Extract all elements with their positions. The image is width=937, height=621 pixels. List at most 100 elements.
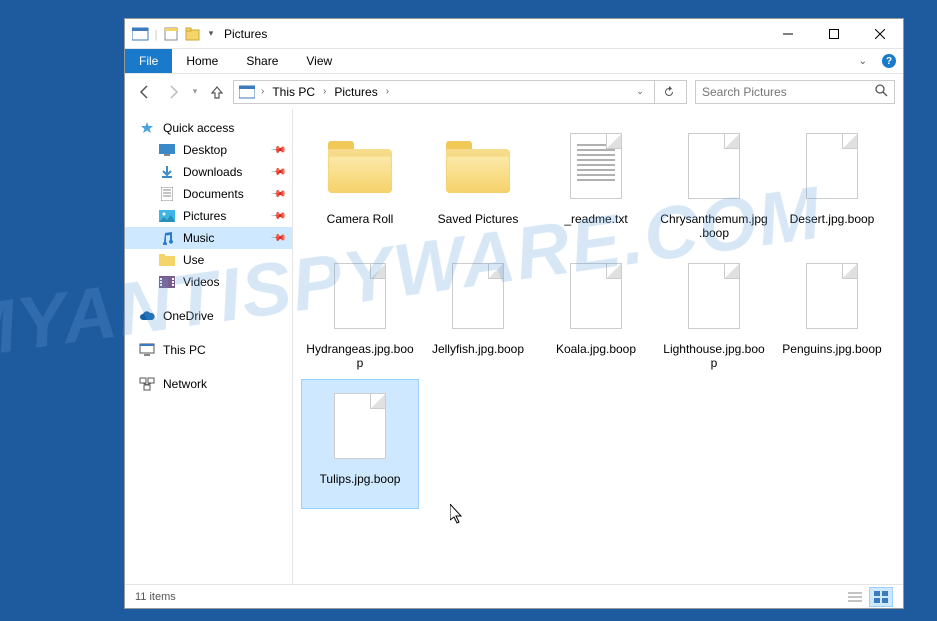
file-item[interactable]: Chrysanthemum.jpg.boop [655,119,773,249]
chevron-right-icon[interactable]: › [383,86,392,97]
sidebar-item-videos[interactable]: Videos [125,271,292,293]
file-label: Desert.jpg.boop [790,212,875,226]
close-button[interactable] [857,19,903,49]
file-label: Chrysanthemum.jpg.boop [660,212,768,241]
search-box[interactable] [695,80,895,104]
file-item[interactable]: Lighthouse.jpg.boop [655,249,773,379]
properties-icon[interactable] [160,23,182,45]
sidebar-item-use[interactable]: Use [125,249,292,271]
sidebar-label: Use [183,253,204,267]
downloads-icon [159,164,175,180]
sidebar-label: Quick access [163,121,234,135]
recent-dropdown-icon[interactable]: ▾ [189,80,201,104]
folder-icon [325,126,395,206]
sidebar-onedrive[interactable]: OneDrive [125,305,292,327]
home-tab[interactable]: Home [172,49,232,73]
breadcrumb-dropdown-icon[interactable]: ⌄ [628,80,652,104]
qat-separator: | [152,23,160,45]
thispc-icon [139,342,155,358]
pin-icon: 📌 [269,230,286,247]
onedrive-icon [139,308,155,324]
content-area[interactable]: Camera Roll Saved Pictures _readme.txt Chry… [293,109,903,584]
sidebar-label: Videos [183,275,219,289]
blank-file-icon [679,126,749,206]
file-label: Saved Pictures [438,212,519,226]
chevron-right-icon[interactable]: › [258,86,267,97]
minimize-button[interactable] [765,19,811,49]
ribbon: File Home Share View ⌄ ? [125,49,903,74]
share-tab[interactable]: Share [232,49,292,73]
pin-icon: 📌 [269,142,286,159]
refresh-button[interactable] [654,80,682,104]
blank-file-icon [561,256,631,336]
sidebar-label: Network [163,377,207,391]
titlebar: | ▾ Pictures [125,19,903,49]
star-icon [139,120,155,136]
sidebar-label: This PC [163,343,206,357]
documents-icon [159,186,175,202]
chevron-right-icon[interactable]: › [320,86,329,97]
sidebar-item-downloads[interactable]: Downloads 📌 [125,161,292,183]
statusbar: 11 items [125,584,903,608]
file-item[interactable]: _readme.txt [537,119,655,249]
sidebar-thispc[interactable]: This PC [125,339,292,361]
icons-view-button[interactable] [869,587,893,607]
file-label: Hydrangeas.jpg.boop [306,342,414,371]
qat-dropdown-icon[interactable]: ▾ [204,23,218,45]
file-item[interactable]: Saved Pictures [419,119,537,249]
search-input[interactable] [702,85,874,99]
item-count: 11 items [135,591,176,603]
blank-file-icon [797,126,867,206]
sidebar-item-desktop[interactable]: Desktop 📌 [125,139,292,161]
details-view-button[interactable] [843,587,867,607]
blank-file-icon [325,256,395,336]
help-button[interactable]: ? [875,49,903,73]
breadcrumb[interactable]: › This PC › Pictures › ⌄ [233,80,687,104]
sidebar-item-music[interactable]: Music 📌 [125,227,292,249]
navbar: ▾ › This PC › Pictures › ⌄ [125,74,903,109]
desktop-icon [159,142,175,158]
sidebar-item-pictures[interactable]: Pictures 📌 [125,205,292,227]
sidebar-quick-access[interactable]: Quick access [125,117,292,139]
sidebar-label: Documents [183,187,244,201]
sidebar-network[interactable]: Network [125,373,292,395]
file-label: _readme.txt [564,212,627,226]
breadcrumb-pictures[interactable]: Pictures [331,85,380,99]
pin-icon: 📌 [269,186,286,203]
sidebar-label: OneDrive [163,309,214,323]
folder-icon [443,126,513,206]
file-tab[interactable]: File [125,49,172,73]
maximize-button[interactable] [811,19,857,49]
file-item[interactable]: Jellyfish.jpg.boop [419,249,537,379]
sidebar-label: Downloads [183,165,242,179]
items-grid: Camera Roll Saved Pictures _readme.txt Chry… [301,119,895,509]
breadcrumb-thispc[interactable]: This PC [269,85,318,99]
forward-button[interactable] [161,80,185,104]
file-item[interactable]: Tulips.jpg.boop [301,379,419,509]
file-item[interactable]: Hydrangeas.jpg.boop [301,249,419,379]
view-tab[interactable]: View [292,49,346,73]
new-folder-icon[interactable] [182,23,204,45]
file-item[interactable]: Koala.jpg.boop [537,249,655,379]
window-title: Pictures [224,27,267,41]
quick-access-toolbar: | ▾ [125,23,218,45]
music-icon [159,230,175,246]
window-controls [765,19,903,49]
back-button[interactable] [133,80,157,104]
explorer-icon[interactable] [130,23,152,45]
sidebar-label: Music [183,231,214,245]
file-item[interactable]: Camera Roll [301,119,419,249]
network-icon [139,376,155,392]
sidebar-item-documents[interactable]: Documents 📌 [125,183,292,205]
file-item[interactable]: Desert.jpg.boop [773,119,891,249]
file-label: Tulips.jpg.boop [320,472,401,486]
sidebar: Quick access Desktop 📌 Downloads 📌 Docum… [125,109,293,584]
blank-file-icon [797,256,867,336]
expand-ribbon-icon[interactable]: ⌄ [851,49,875,73]
videos-icon [159,274,175,290]
file-label: Lighthouse.jpg.boop [660,342,768,371]
search-icon[interactable] [874,83,888,100]
pin-icon: 📌 [269,208,286,225]
up-button[interactable] [205,80,229,104]
file-item[interactable]: Penguins.jpg.boop [773,249,891,379]
